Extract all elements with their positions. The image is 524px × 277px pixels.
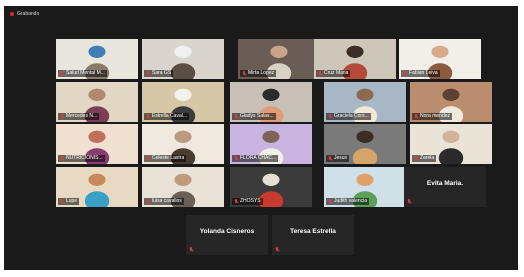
muted-mic-icon [146,199,150,204]
participant-name: Judith valencia [334,198,368,204]
participant-tile[interactable]: NUTRICIONIS... [56,124,138,164]
muted-mic-icon [60,114,64,119]
participant-tile[interactable]: Gladys Salas... [230,82,312,122]
participant-name: Gladys Salas... [240,113,274,119]
participant-tile[interactable]: Lupe [56,167,138,207]
muted-mic-icon [414,114,418,119]
muted-mic-icon [234,114,238,119]
participant-label: Graciela Cors... [326,113,371,120]
muted-mic-icon [275,247,280,253]
participant-label: Estrella Caval... [144,113,190,120]
participant-tile[interactable]: Sara GS [142,39,224,79]
participant-label: Judith valencia [326,198,370,205]
participant-name: Celeste Lastra [152,155,185,161]
participant-name: NUTRICIONIS... [66,155,103,161]
participant-label: Cruz Maria [316,70,351,77]
participant-label: Celeste Lastra [144,155,187,162]
participant-name: Teresa Estrella [290,228,336,235]
participant-name: Lupe [66,198,78,204]
participant-label: FLORA CHAC... [232,155,279,162]
muted-mic-icon [403,71,407,76]
participant-tile[interactable]: Salud Mental M... [56,39,138,79]
participant-label: ZHOSYS [232,198,263,205]
muted-mic-icon [407,199,412,205]
participant-label: Mirta Lopez [240,70,277,77]
muted-mic-icon [146,114,150,119]
participant-label: Nora mendez [412,113,453,120]
participant-name: Mercedes N... [66,113,98,119]
participant-name: Estrella Caval... [152,113,188,119]
participant-label: NUTRICIONIS... [58,155,105,162]
participant-tile[interactable]: Fabian Leiva [399,39,481,79]
participant-tile[interactable]: Mirta Lopez [238,39,320,79]
participant-label: Mercedes N... [58,113,100,120]
participant-name: luisa cavallos [152,198,182,204]
muted-mic-icon [60,156,64,161]
muted-mic-icon [189,247,194,253]
meeting-window: Grabando Salud Mental M... Sara GS Mirta L… [4,6,518,270]
muted-mic-icon [328,156,332,161]
participant-name: Salud Mental M... [66,70,105,76]
participant-name: Cruz Maria [324,70,349,76]
participant-tile[interactable]: Evita Maria. [404,167,486,207]
participant-tile[interactable]: Mercedes N... [56,82,138,122]
participant-tile[interactable]: luisa cavallos [142,167,224,207]
muted-mic-icon [318,71,322,76]
participant-label: Zarela [412,155,437,162]
participant-name: Evita Maria. [426,180,464,187]
participant-tile[interactable]: Jesus [324,124,406,164]
participant-label: Lupe [58,198,80,205]
participant-name: Nora mendez [420,113,451,119]
participant-tile[interactable]: Zarela [410,124,492,164]
participant-name: Fabian Leiva [409,70,438,76]
muted-mic-icon [242,71,246,76]
muted-mic-icon [328,199,332,204]
participant-tile[interactable]: Judith valencia [324,167,406,207]
muted-mic-icon [414,156,418,161]
muted-mic-icon [146,156,150,161]
muted-mic-icon [328,114,332,119]
participant-tile[interactable]: Teresa Estrella [272,215,354,255]
participant-name: Mirta Lopez [248,70,275,76]
participant-tile[interactable]: FLORA CHAC... [230,124,312,164]
participant-label: Sara GS [144,70,174,77]
participant-label: Fabian Leiva [401,70,440,77]
participant-name: Jesus [334,155,348,161]
muted-mic-icon [60,199,64,204]
participant-label: Jesus [326,155,350,162]
participant-label: Gladys Salas... [232,113,276,120]
participant-tile[interactable]: Graciela Cors... [324,82,406,122]
participant-tile[interactable]: Estrella Caval... [142,82,224,122]
participant-name: Zarela [420,155,435,161]
participant-name: Graciela Cors... [334,113,369,119]
muted-mic-icon [146,71,150,76]
participant-tile[interactable]: Yolanda Cisneros [186,215,268,255]
muted-mic-icon [234,156,238,161]
muted-mic-icon [60,71,64,76]
participant-label: luisa cavallos [144,198,184,205]
muted-mic-icon [234,199,238,204]
participant-tile[interactable]: Cruz Maria [314,39,396,79]
participant-name: Yolanda Cisneros [199,228,255,235]
participant-grid: Salud Mental M... Sara GS Mirta Lopez Cruz … [4,6,518,270]
participant-tile[interactable]: Celeste Lastra [142,124,224,164]
participant-name: Sara GS [152,70,172,76]
participant-name: ZHOSYS [240,198,261,204]
participant-tile[interactable]: Nora mendez [410,82,492,122]
participant-label: Salud Mental M... [58,70,107,77]
participant-name: FLORA CHAC... [240,155,277,161]
participant-tile[interactable]: ZHOSYS [230,167,312,207]
